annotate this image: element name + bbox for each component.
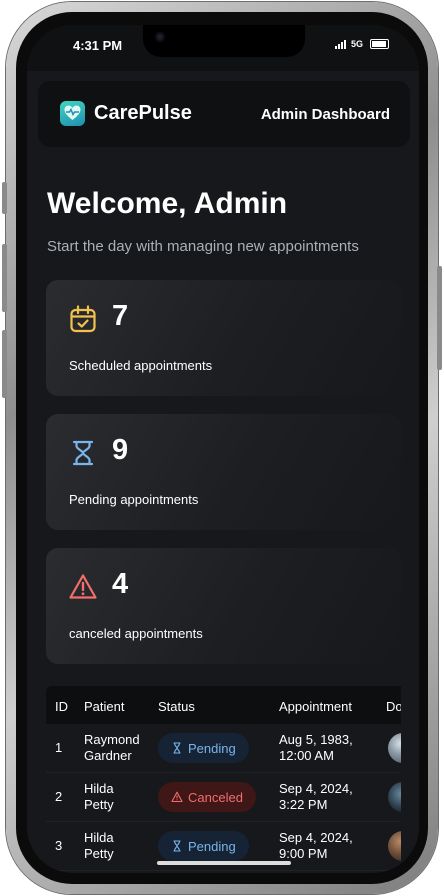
patient-first-name: Hilda	[84, 830, 114, 845]
app-header: CarePulse Admin Dashboard	[38, 81, 410, 147]
alert-triangle-icon	[171, 791, 183, 803]
status-bar: 4:31 PM 5G	[27, 25, 419, 71]
doctor-avatar[interactable]	[388, 733, 401, 763]
patient-first-name: Hilda	[84, 781, 114, 796]
doctor-avatar[interactable]	[388, 831, 401, 861]
appointment-time: 12:00 AM	[279, 748, 334, 763]
row-id: 2	[55, 789, 63, 804]
scheduled-label: Scheduled appointments	[69, 358, 213, 373]
appointment-date: Sep 4, 2024,	[279, 830, 353, 845]
table-header: ID Patient Status Appointment Do	[46, 686, 401, 724]
status-text: Pending	[188, 838, 236, 854]
carepulse-logo-icon[interactable]	[60, 101, 85, 126]
calendar-check-icon	[68, 304, 98, 334]
status-time: 4:31 PM	[73, 38, 123, 53]
status-text: Pending	[188, 740, 236, 756]
patient-last-name: Petty	[84, 846, 114, 861]
status-text: Canceled	[188, 789, 243, 805]
status-badge: Pending	[158, 733, 249, 763]
status-badge: Pending	[158, 831, 249, 861]
patient-last-name: Gardner	[84, 748, 132, 763]
camera-icon	[155, 32, 165, 42]
battery-icon	[370, 39, 389, 49]
appointment-time: 3:22 PM	[279, 797, 328, 812]
column-header-status: Status	[158, 699, 195, 714]
hourglass-icon	[173, 840, 181, 852]
row-id: 1	[55, 740, 63, 755]
pending-count: 9	[112, 434, 129, 466]
canceled-appointments-card: 4 canceled appointments	[46, 548, 401, 664]
volume-up-button	[2, 244, 7, 312]
appointment-date: Aug 5, 1983,	[279, 732, 353, 747]
appointment-date: Sep 4, 2024,	[279, 781, 353, 796]
table-row[interactable]: 1 Raymond Gardner Pending Aug 5, 1983, 1…	[46, 724, 401, 773]
pending-label: Pending appointments	[69, 492, 199, 507]
column-header-id: ID	[55, 699, 68, 714]
action-button	[2, 182, 7, 214]
signal-icon	[334, 39, 346, 49]
hourglass-icon	[173, 742, 181, 754]
network-label: 5G	[350, 39, 363, 49]
status-badge: Canceled	[158, 782, 256, 812]
row-id: 3	[55, 838, 63, 853]
admin-dashboard-title: Admin Dashboard	[260, 106, 390, 123]
table-row[interactable]: 2 Hilda Petty Canceled Sep 4, 2024, 3:22…	[46, 773, 401, 822]
volume-down-button	[2, 330, 7, 398]
column-header-doctor: Do	[386, 699, 401, 714]
column-header-patient: Patient	[84, 699, 125, 714]
power-button	[437, 266, 442, 370]
home-indicator[interactable]	[157, 861, 291, 865]
doctor-avatar[interactable]	[388, 782, 401, 812]
page-title: Welcome, Admin	[47, 187, 288, 220]
scheduled-appointments-card: 7 Scheduled appointments	[46, 280, 401, 396]
patient-first-name: Raymond	[84, 732, 140, 747]
pending-appointments-card: 9 Pending appointments	[46, 414, 401, 530]
canceled-count: 4	[112, 568, 129, 600]
dynamic-island	[143, 25, 305, 57]
app-screen: 4:31 PM 5G CarePulse Admin Dashboard Wel…	[27, 25, 419, 873]
column-header-appointment: Appointment	[279, 699, 352, 714]
canceled-label: canceled appointments	[69, 626, 203, 641]
status-indicators: 5G	[334, 39, 389, 49]
scheduled-count: 7	[112, 300, 129, 332]
brand-name[interactable]: CarePulse	[94, 102, 192, 125]
appointment-time: 9:00 PM	[279, 846, 328, 861]
alert-triangle-icon	[68, 572, 98, 602]
page-subtitle: Start the day with managing new appointm…	[47, 238, 359, 255]
appointments-table[interactable]: ID Patient Status Appointment Do 1 Raymo…	[46, 686, 401, 873]
hourglass-icon	[68, 438, 98, 468]
patient-last-name: Petty	[84, 797, 114, 812]
